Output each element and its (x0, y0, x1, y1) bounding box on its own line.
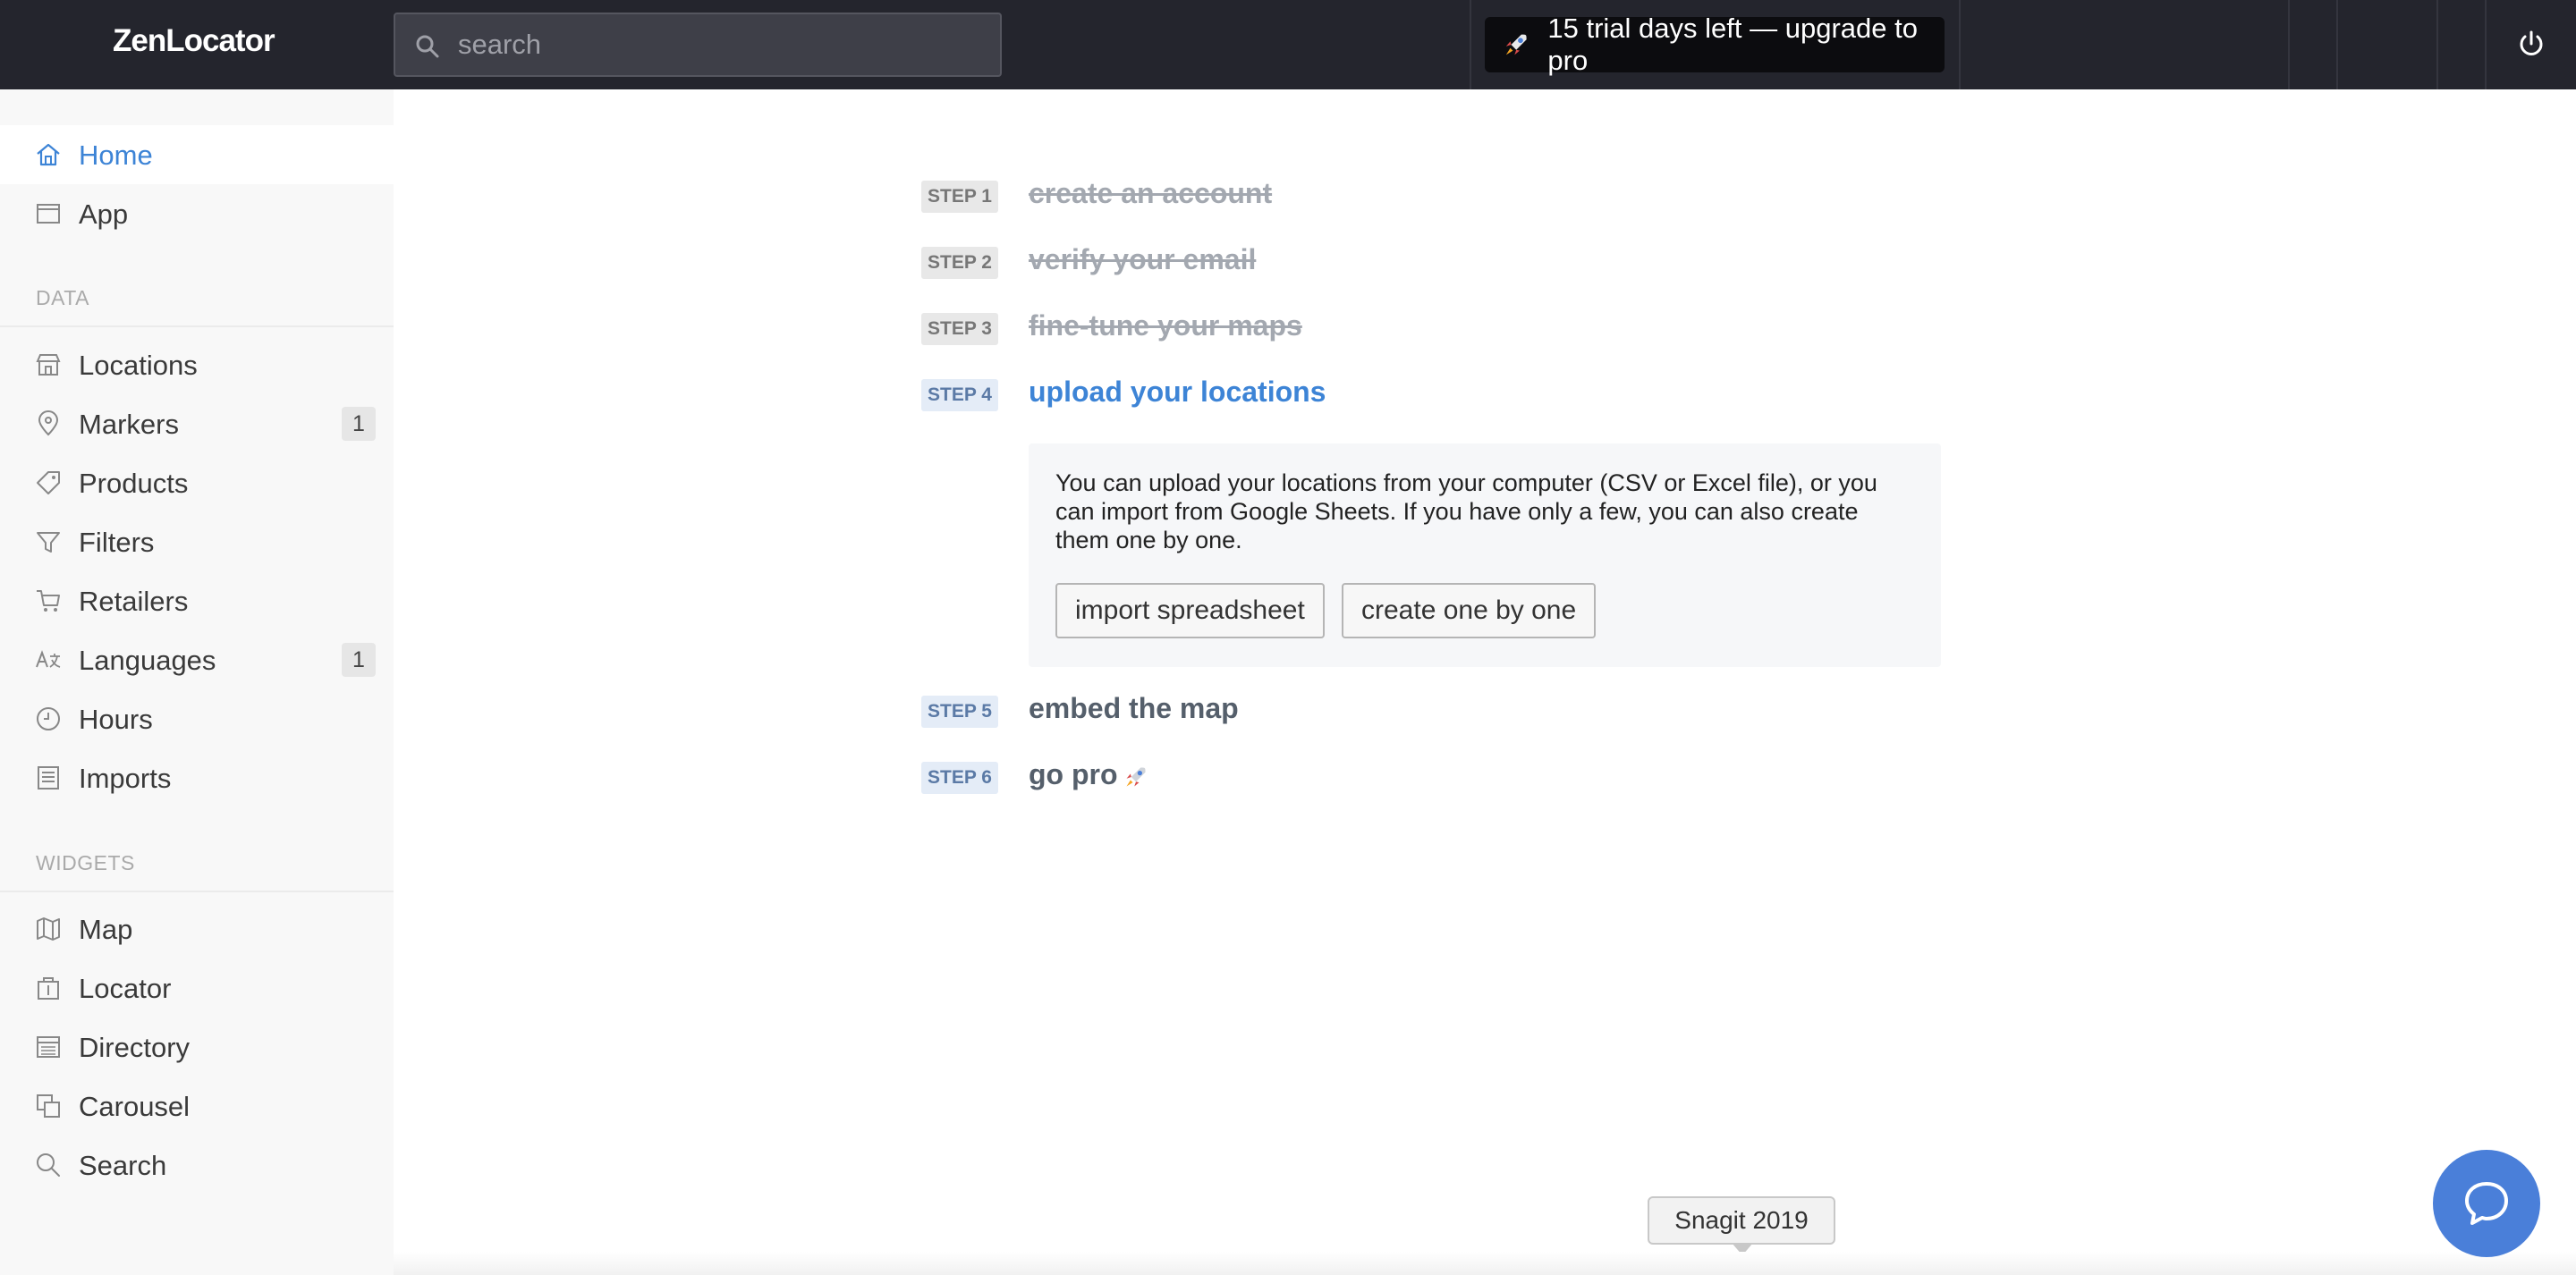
step-tag: STEP 5 (921, 696, 998, 728)
step-row: STEP 4 upload your locations (921, 376, 2084, 433)
step-row: STEP 2 verify your email (921, 243, 2084, 300)
sidebar-item-label: Filters (79, 527, 155, 558)
sidebar-item-products[interactable]: Products (0, 453, 394, 512)
data-section-label: DATA (36, 286, 89, 309)
sidebar: Home App DATA Locations Markers 1 Produc… (0, 89, 394, 1275)
import-icon (38, 766, 59, 789)
step-row: STEP 5 embed the map (921, 692, 2084, 749)
widgets-section-label: WIDGETS (36, 851, 135, 874)
sidebar-item-locator[interactable]: Locator (0, 958, 394, 1017)
sidebar-item-label: Languages (79, 645, 216, 676)
power-icon[interactable] (2515, 29, 2547, 61)
step-title[interactable]: create an account (1029, 177, 1272, 210)
step-title[interactable]: verify your email (1029, 243, 1256, 276)
search-input[interactable] (458, 23, 977, 66)
sidebar-item-label: Hours (79, 704, 153, 735)
top-bar: ZenLocator 15 trial days left — upgrade … (0, 0, 2576, 89)
step-title[interactable]: upload your locations (1029, 376, 1326, 409)
store-icon (36, 354, 61, 376)
sidebar-item-label: Locations (79, 350, 198, 381)
clock-icon (37, 707, 60, 730)
count-badge: 1 (342, 643, 376, 677)
bottom-shadow (394, 1252, 2576, 1275)
search-icon (37, 1153, 60, 1177)
sidebar-item-label: Search (79, 1150, 167, 1181)
translate-icon (36, 650, 61, 668)
app-window-icon (37, 204, 60, 224)
sidebar-item-label: Carousel (79, 1091, 191, 1122)
sidebar-item-retailers[interactable]: Retailers (0, 571, 394, 630)
step-row: STEP 3 fine-tune your maps (921, 309, 2084, 367)
sidebar-item-imports[interactable]: Imports (0, 748, 394, 807)
create-one-by-one-button[interactable]: create one by one (1342, 583, 1597, 638)
sidebar-item-label: Directory (79, 1032, 191, 1063)
directory-icon (37, 1036, 60, 1058)
search-icon (416, 35, 439, 58)
sidebar-item-directory[interactable]: Directory (0, 1017, 394, 1077)
upload-info-box: You can upload your locations from your … (1029, 443, 1941, 667)
topbar-divider (2288, 0, 2290, 89)
sidebar-item-search[interactable]: Search (0, 1136, 394, 1195)
snagit-tooltip: Snagit 2019 (1648, 1196, 1835, 1245)
import-spreadsheet-button[interactable]: import spreadsheet (1055, 583, 1325, 638)
sidebar-item-home[interactable]: Home (0, 125, 394, 184)
step-tag: STEP 1 (921, 181, 998, 213)
sidebar-item-hours[interactable]: Hours (0, 689, 394, 748)
sidebar-item-label: Products (79, 468, 189, 499)
sidebar-item-label: Map (79, 914, 133, 945)
step-tag: STEP 2 (921, 247, 998, 279)
step-title[interactable]: embed the map (1029, 692, 1239, 725)
step-title[interactable]: go pro (1029, 758, 1148, 791)
sidebar-item-label: Locator (79, 973, 172, 1004)
topbar-divider (1470, 0, 1471, 89)
step-tag: STEP 4 (921, 379, 998, 411)
step-row: STEP 1 create an account (921, 177, 2084, 234)
step-title[interactable]: fine-tune your maps (1029, 309, 1302, 342)
brand-logo[interactable]: ZenLocator (113, 23, 275, 59)
sidebar-item-label: Retailers (79, 586, 189, 617)
count-badge: 1 (342, 407, 376, 441)
upload-info-text: You can upload your locations from your … (1055, 469, 1877, 553)
sidebar-item-carousel[interactable]: Carousel (0, 1077, 394, 1136)
tag-icon (37, 471, 60, 494)
sidebar-item-label: Markers (79, 409, 179, 440)
rocket-icon (1505, 34, 1527, 55)
sidebar-item-languages[interactable]: Languages 1 (0, 630, 394, 689)
trial-banner-text: 15 trial days left — upgrade to pro (1547, 13, 1918, 76)
step-title-text: go pro (1029, 758, 1118, 790)
section-divider (0, 891, 394, 892)
map-icon (37, 917, 60, 941)
carousel-icon (37, 1094, 60, 1118)
cart-icon (37, 590, 60, 612)
sidebar-item-app[interactable]: App (0, 184, 394, 243)
filter-icon (37, 532, 60, 553)
topbar-divider (2436, 0, 2438, 89)
home-icon (37, 143, 60, 166)
upgrade-trial-button[interactable]: 15 trial days left — upgrade to pro (1485, 13, 1945, 76)
topbar-divider (2336, 0, 2338, 89)
topbar-divider (1959, 0, 1961, 89)
sidebar-item-label: Imports (79, 763, 172, 794)
sidebar-item-label: Home (79, 139, 153, 171)
step-tag: STEP 6 (921, 762, 998, 794)
sidebar-item-filters[interactable]: Filters (0, 512, 394, 571)
search-box[interactable] (394, 13, 1002, 77)
sidebar-item-locations[interactable]: Locations (0, 335, 394, 394)
map-pin-icon (38, 410, 59, 436)
chat-launcher-button[interactable] (2433, 1150, 2540, 1257)
chat-bubble-icon (2465, 1182, 2508, 1225)
sidebar-item-map[interactable]: Map (0, 899, 394, 958)
rocket-icon (1126, 767, 1146, 787)
sidebar-item-label: App (79, 198, 129, 230)
step-tag: STEP 3 (921, 313, 998, 345)
locator-icon (38, 977, 59, 1000)
step-row: STEP 6 go pro (921, 758, 2084, 815)
section-divider (0, 325, 394, 327)
topbar-divider (2485, 0, 2487, 89)
sidebar-item-markers[interactable]: Markers 1 (0, 394, 394, 453)
